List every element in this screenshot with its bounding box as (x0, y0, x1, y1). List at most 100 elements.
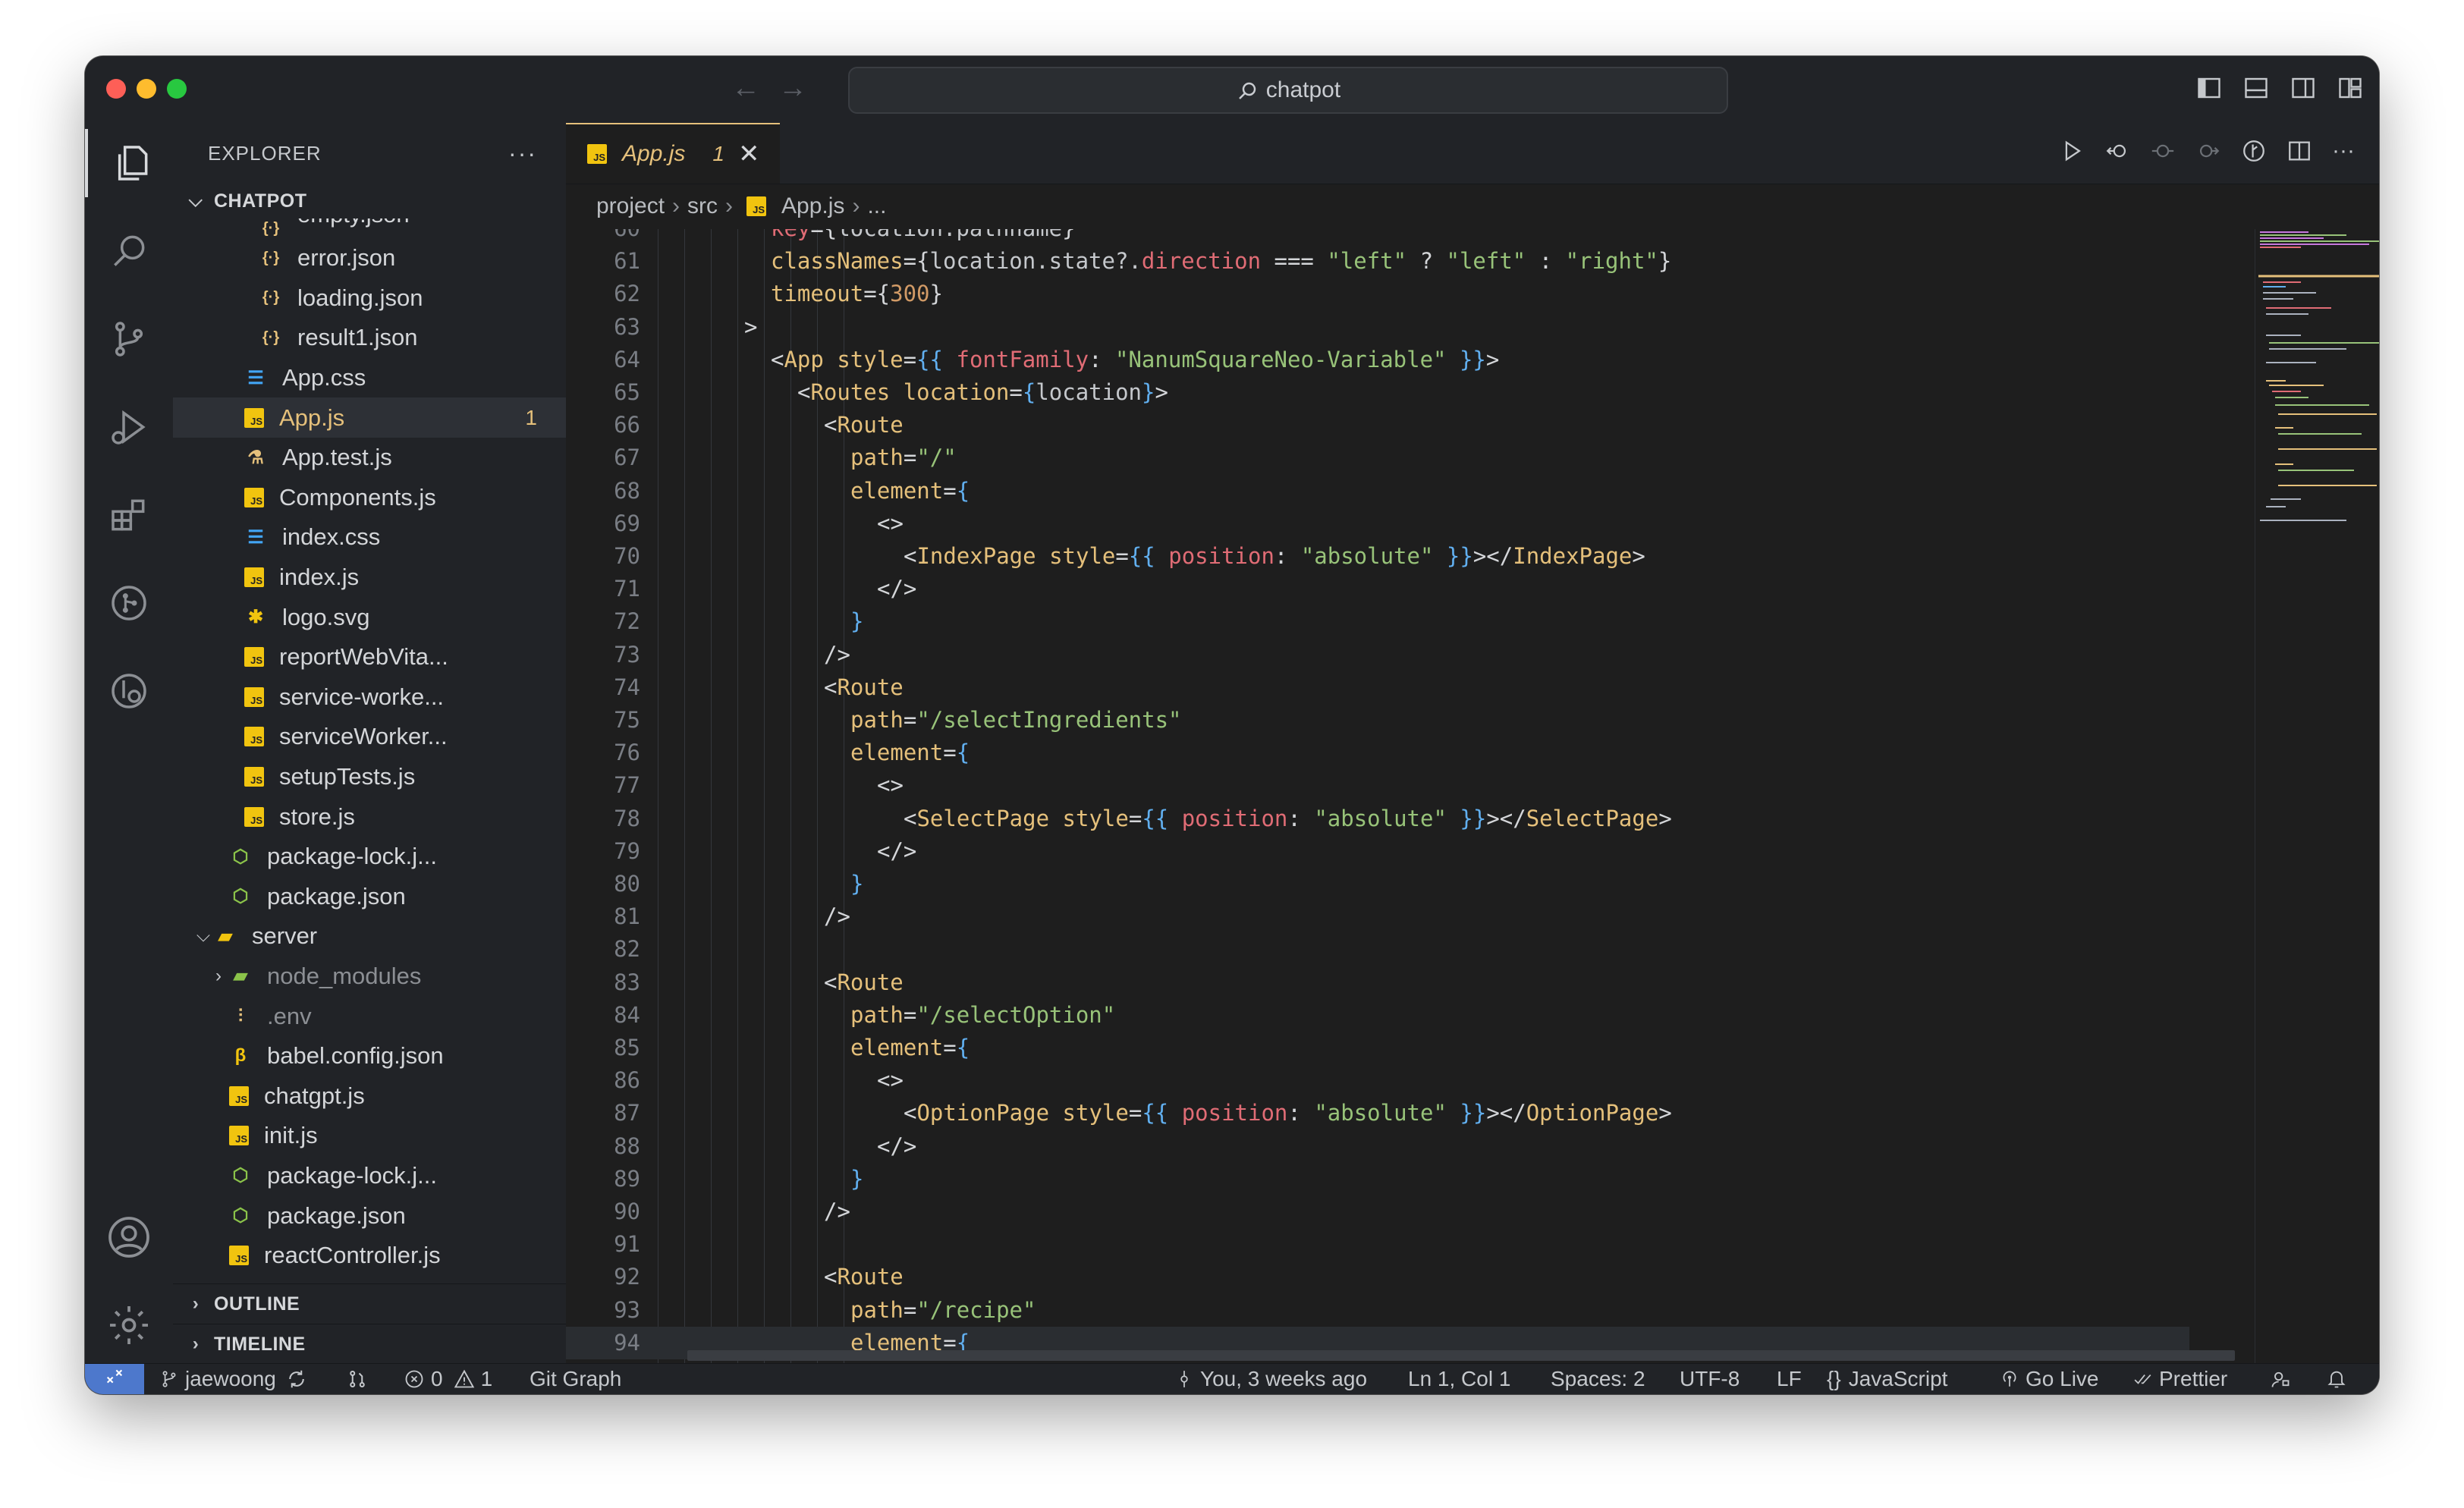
problems-status[interactable]: 0 1 (404, 1364, 492, 1394)
file-tree-item[interactable]: ☰ App.css (173, 358, 566, 398)
file-tree-item[interactable]: › ▰ node_modules (173, 957, 566, 997)
toggle-primary-sidebar-icon[interactable] (2195, 74, 2223, 102)
timeline-section-header[interactable]: › TIMELINE (173, 1324, 566, 1364)
file-tree-item[interactable]: ⌵ ▰ server (173, 916, 566, 957)
run-debug-activity[interactable] (85, 393, 173, 461)
source-control-activity[interactable] (85, 305, 173, 373)
remote-explorer-activity[interactable] (85, 657, 173, 725)
file-tree-item[interactable]: JS store.js (173, 796, 566, 837)
file-tree-item[interactable]: ⬡ package-lock.j... (173, 1156, 566, 1196)
maximize-window-button[interactable] (167, 79, 187, 99)
outline-section-header[interactable]: › OUTLINE (173, 1283, 566, 1324)
toggle-secondary-sidebar-icon[interactable] (2290, 74, 2317, 102)
minimize-window-button[interactable] (137, 79, 156, 99)
chevron-down-icon[interactable]: ⌵ (193, 925, 214, 947)
eol-status[interactable]: LF (1777, 1364, 1802, 1394)
babel-file-icon: β (234, 1045, 247, 1067)
breadcrumb-symbol[interactable]: ... (867, 193, 886, 219)
file-tree-item[interactable]: ⬡ package.json (173, 877, 566, 917)
breadcrumb-project[interactable]: project (596, 193, 665, 219)
chevron-right-icon[interactable]: › (208, 966, 229, 987)
file-tree-item[interactable]: JS serviceWorker... (173, 717, 566, 757)
code-token: </> (877, 576, 917, 602)
git-graph-activity[interactable] (85, 569, 173, 637)
file-tree-item[interactable]: {·} result1.json (173, 318, 566, 358)
file-tree-item[interactable]: JS setupTests.js (173, 757, 566, 797)
code-token: : (1287, 1100, 1315, 1126)
file-tree-item[interactable]: β babel.config.json (173, 1036, 566, 1076)
cursor-position-status[interactable]: Ln 1, Col 1 (1408, 1364, 1510, 1394)
file-tree-item[interactable]: {·} empty.json (173, 218, 566, 238)
project-section-header[interactable]: ⌵ CHATPOT (173, 184, 566, 218)
code-line: 79 </> (566, 835, 2189, 868)
command-center-search[interactable]: chatpot (848, 67, 1728, 114)
line-number: 88 (614, 1133, 640, 1159)
prettier-status[interactable]: Prettier (2133, 1364, 2227, 1394)
accounts-activity[interactable] (85, 1203, 173, 1271)
file-tree-item[interactable]: {·} loading.json (173, 278, 566, 319)
horizontal-scrollbar[interactable] (687, 1350, 2235, 1361)
file-tree-item[interactable]: JS index.js (173, 558, 566, 598)
file-tree-item[interactable]: {·} error.json (173, 238, 566, 278)
git-blame-status[interactable]: You, 3 weeks ago (1174, 1364, 1367, 1394)
file-tree-item[interactable]: JS reactController.js (173, 1236, 566, 1276)
run-icon[interactable] (2059, 138, 2085, 170)
git-history-icon[interactable] (2241, 138, 2267, 170)
git-graph-status[interactable]: Git Graph (530, 1364, 621, 1394)
file-tree-item[interactable]: ✱ logo.svg (173, 597, 566, 637)
breadcrumb-file[interactable]: App.js (781, 193, 844, 219)
tab-app-js[interactable]: JS App.js 1 ✕ (566, 123, 780, 184)
file-tree-item[interactable]: JS reportWebVita... (173, 637, 566, 677)
language-status[interactable]: {} JavaScript (1827, 1364, 1947, 1394)
open-changes-icon[interactable] (2150, 138, 2176, 170)
go-forward-change-icon[interactable] (2195, 138, 2221, 170)
code-token: > (1632, 543, 1645, 569)
remote-indicator[interactable] (85, 1364, 144, 1394)
search-activity[interactable] (85, 217, 173, 285)
file-tree-item[interactable]: ⬡ package-lock.j... (173, 837, 566, 877)
file-tree-item[interactable]: JS service-worke... (173, 677, 566, 718)
file-tree-item[interactable]: ☰ index.css (173, 517, 566, 558)
activity-bar (85, 123, 174, 1364)
more-icon[interactable]: ··· (2332, 138, 2355, 170)
indentation-status[interactable]: Spaces: 2 (1551, 1364, 1645, 1394)
split-editor-icon[interactable] (2286, 138, 2312, 170)
customize-layout-icon[interactable] (2337, 74, 2364, 102)
file-tree-item[interactable]: JS App.js 1 (173, 397, 566, 438)
go-live-status[interactable]: Go Live (2000, 1364, 2099, 1394)
line-number: 87 (614, 1100, 640, 1126)
close-window-button[interactable] (106, 79, 126, 99)
file-name: package.json (267, 1202, 406, 1229)
explorer-title: EXPLORER (208, 141, 322, 165)
file-tree-item[interactable]: ⫶ .env (173, 996, 566, 1036)
breadcrumb-src[interactable]: src (687, 193, 718, 219)
code-token: style (1036, 543, 1116, 569)
branch-status[interactable]: jaewoong (159, 1364, 314, 1394)
file-tree-item[interactable]: JS chatgpt.js (173, 1076, 566, 1116)
sync-icon[interactable] (285, 1368, 308, 1390)
status-bar: jaewoong 0 1 Git Graph You, 3 weeks ago … (85, 1363, 2379, 1394)
file-name: babel.config.json (267, 1042, 444, 1070)
manage-activity[interactable] (85, 1291, 173, 1359)
file-tree-item[interactable]: ⚗ App.test.js (173, 438, 566, 478)
encoding-status[interactable]: UTF-8 (1680, 1364, 1740, 1394)
file-name: Components.js (279, 483, 436, 511)
file-tree-item[interactable]: JS Components.js (173, 478, 566, 518)
more-actions-button[interactable]: ··· (508, 140, 537, 168)
toggle-panel-icon[interactable] (2242, 74, 2270, 102)
git-actions-status[interactable] (346, 1364, 375, 1394)
code-editor[interactable]: 60key={location.pathname}61classNames={l… (566, 229, 2371, 1364)
json-file-icon: {·} (262, 289, 280, 306)
minimap[interactable] (2255, 229, 2379, 1364)
forward-arrow-icon[interactable]: → (778, 71, 807, 105)
code-line: 90 /> (566, 1195, 2189, 1228)
notifications-status[interactable] (2326, 1364, 2353, 1394)
back-arrow-icon[interactable]: ← (731, 71, 760, 105)
file-tree-item[interactable]: JS init.js (173, 1116, 566, 1156)
accounts-status[interactable] (2270, 1364, 2297, 1394)
close-icon[interactable]: ✕ (738, 139, 760, 169)
go-back-change-icon[interactable] (2104, 138, 2130, 170)
file-tree-item[interactable]: ⬡ package.json (173, 1195, 566, 1236)
extensions-activity[interactable] (85, 481, 173, 549)
explorer-activity[interactable] (85, 129, 176, 197)
